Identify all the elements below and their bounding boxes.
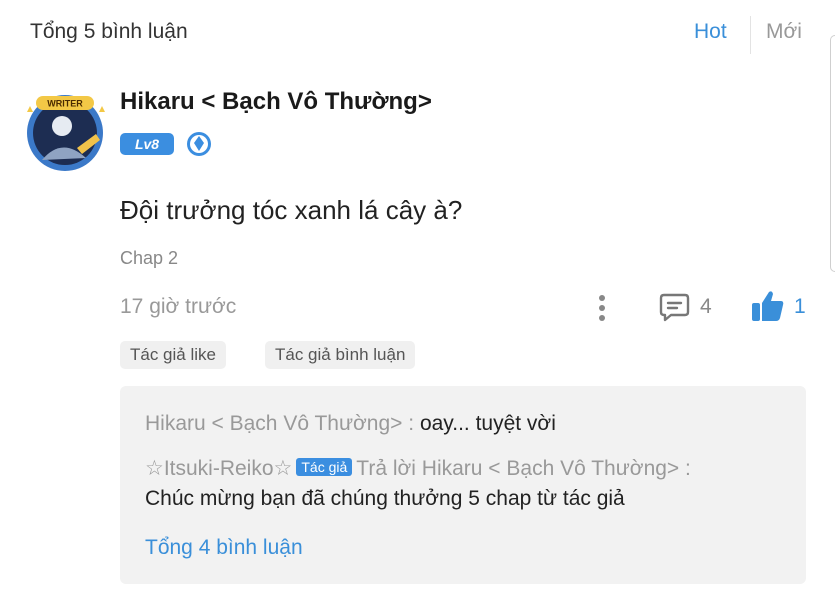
- sort-hot-tab[interactable]: Hot: [694, 20, 727, 44]
- comment-total-label: Tổng 5 bình luận: [30, 20, 188, 43]
- view-all-replies-link[interactable]: Tổng 4 bình luận: [145, 536, 303, 560]
- avatar[interactable]: WRITER: [22, 88, 108, 174]
- comment-timestamp: 17 giờ trước: [120, 295, 237, 318]
- avatar-badge-text: WRITER: [47, 99, 83, 109]
- comment-content: Đội trưởng tóc xanh lá cây à?: [120, 195, 463, 225]
- comment-bubble-icon[interactable]: [658, 291, 691, 324]
- comment-username[interactable]: Hikaru < Bạch Vô Thường>: [120, 88, 432, 116]
- vertical-dots-icon[interactable]: [592, 292, 612, 324]
- reply-count: 4: [700, 295, 712, 318]
- scrollbar[interactable]: [830, 35, 835, 272]
- reply-text: oay... tuyệt vời: [419, 412, 556, 435]
- diamond-gem-icon: [186, 131, 212, 157]
- thumbs-up-icon[interactable]: [750, 288, 786, 324]
- sort-divider: [750, 16, 751, 54]
- like-count: 1: [794, 295, 806, 318]
- reply-item-header[interactable]: ☆Itsuki-Reiko☆ Tác giả Trả lời Hikaru < Bạ…: [145, 456, 691, 481]
- tag-author-liked: Tác giả like: [120, 341, 226, 369]
- tag-author-replied: Tác giả bình luận: [265, 341, 416, 369]
- sort-new-tab[interactable]: Mới: [766, 20, 802, 44]
- author-badge: Tác giả: [296, 458, 353, 476]
- reply-to-label: Trả lời Hikaru < Bạch Vô Thường> :: [356, 457, 691, 480]
- reply-author[interactable]: Hikaru < Bạch Vô Thường> :: [145, 412, 414, 435]
- reply-item[interactable]: Hikaru < Bạch Vô Thường> : oay... tuyệt …: [145, 412, 556, 436]
- level-badge: Lv8: [120, 133, 174, 155]
- reply-author[interactable]: ☆Itsuki-Reiko☆: [145, 457, 292, 480]
- reply-text: Chúc mừng bạn đã chúng thưởng 5 chap từ …: [145, 487, 625, 510]
- chapter-label[interactable]: Chap 2: [120, 248, 178, 269]
